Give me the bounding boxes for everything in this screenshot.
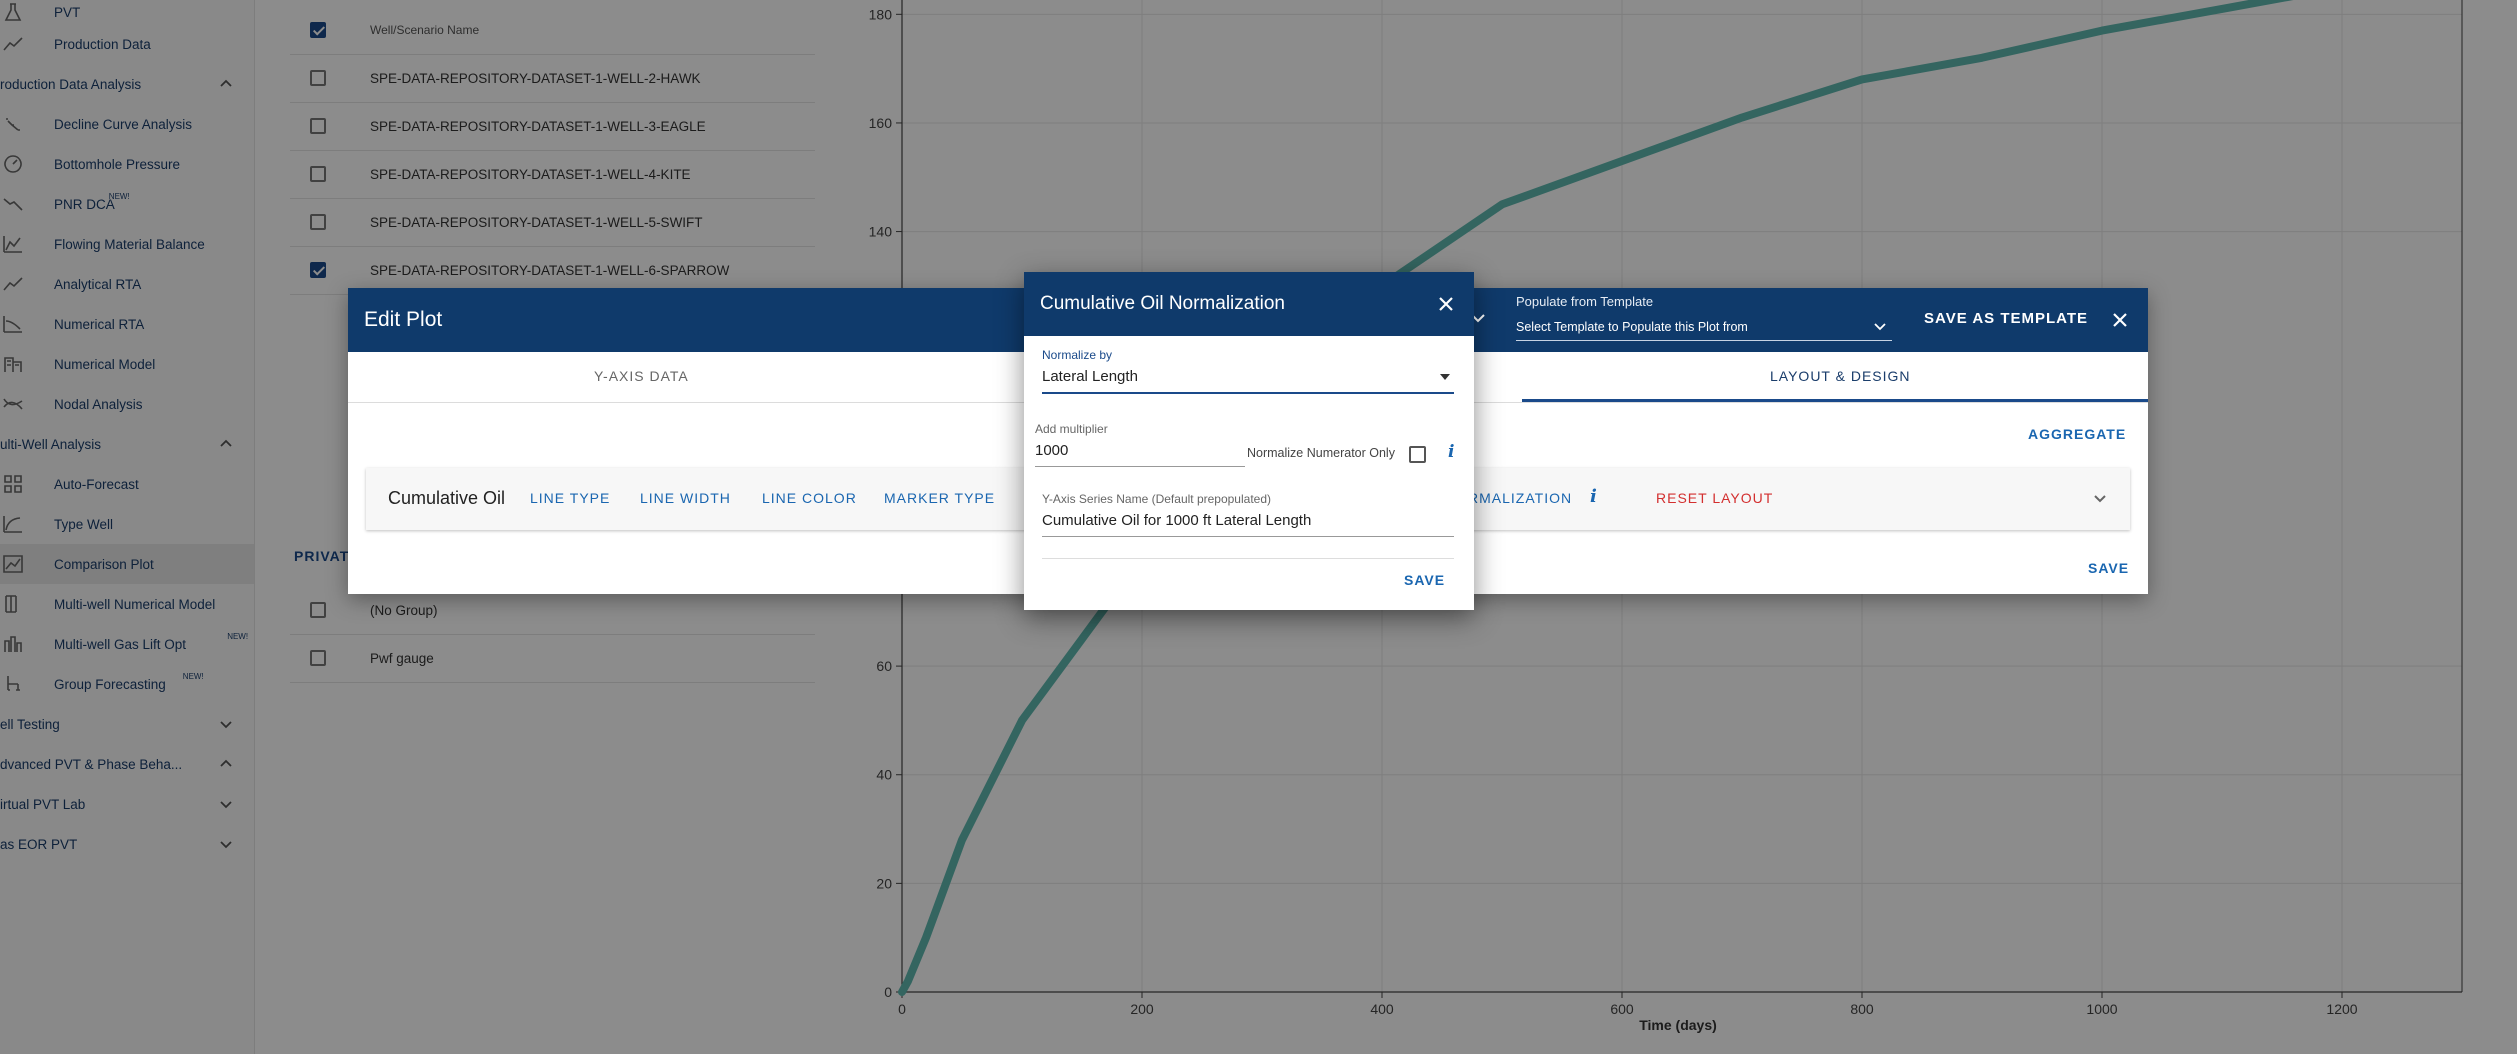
- save-as-template-button[interactable]: SAVE AS TEMPLATE: [1924, 310, 2088, 327]
- series-name-input[interactable]: Y-Axis Series Name (Default prepopulated…: [1042, 490, 1454, 537]
- edit-plot-title: Edit Plot: [364, 308, 443, 331]
- reset-layout-button[interactable]: RESET LAYOUT: [1656, 490, 1773, 506]
- multiplier-label: Add multiplier: [1035, 422, 1108, 436]
- template-label: Populate from Template: [1516, 294, 1654, 309]
- normalize-by-label: Normalize by: [1042, 348, 1113, 362]
- line-width-button[interactable]: LINE WIDTH: [640, 490, 731, 506]
- chevron-down-icon: [1874, 323, 1886, 331]
- numerator-only-checkbox[interactable]: [1409, 446, 1426, 463]
- edit-plot-save-button[interactable]: SAVE: [2088, 560, 2129, 576]
- info-icon[interactable]: i: [1590, 486, 1612, 510]
- caret-down-icon: [1440, 374, 1450, 380]
- normalization-title: Cumulative Oil Normalization: [1040, 293, 1285, 314]
- line-type-button[interactable]: LINE TYPE: [530, 490, 610, 506]
- template-placeholder: Select Template to Populate this Plot fr…: [1516, 320, 1748, 334]
- line-color-button[interactable]: LINE COLOR: [762, 490, 857, 506]
- info-icon[interactable]: i: [1448, 442, 1454, 462]
- chevron-down-icon[interactable]: [2090, 488, 2110, 508]
- divider: [1042, 558, 1454, 559]
- normalization-save-button[interactable]: SAVE: [1404, 572, 1445, 588]
- normalization-header: Cumulative Oil Normalization: [1024, 272, 1474, 336]
- series-name-label: Y-Axis Series Name (Default prepopulated…: [1042, 492, 1272, 506]
- series-name-value: Cumulative Oil for 1000 ft Lateral Lengt…: [1042, 512, 1312, 529]
- normalization-button[interactable]: RMALIZATION: [1468, 490, 1572, 506]
- normalize-by-value: Lateral Length: [1042, 368, 1138, 385]
- template-select[interactable]: Select Template to Populate this Plot fr…: [1516, 314, 1892, 341]
- active-tab-indicator: [1522, 399, 2148, 402]
- normalization-dialog: Cumulative Oil Normalization Normalize b…: [1024, 272, 1474, 610]
- marker-type-button[interactable]: MARKER TYPE: [884, 490, 995, 506]
- tab-y-axis-data[interactable]: Y-AXIS DATA: [594, 368, 689, 384]
- series-name: Cumulative Oil: [388, 488, 506, 508]
- multiplier-input[interactable]: Add multiplier 1000: [1035, 422, 1245, 467]
- numerator-only-label: Normalize Numerator Only: [1247, 446, 1395, 460]
- close-icon[interactable]: [1434, 292, 1458, 316]
- multiplier-value: 1000: [1035, 442, 1069, 459]
- aggregate-button[interactable]: AGGREGATE: [2028, 426, 2126, 442]
- normalize-by-select[interactable]: Normalize by Lateral Length: [1042, 348, 1454, 394]
- tab-layout-design[interactable]: LAYOUT & DESIGN: [1770, 368, 1911, 384]
- close-icon[interactable]: [2108, 308, 2132, 332]
